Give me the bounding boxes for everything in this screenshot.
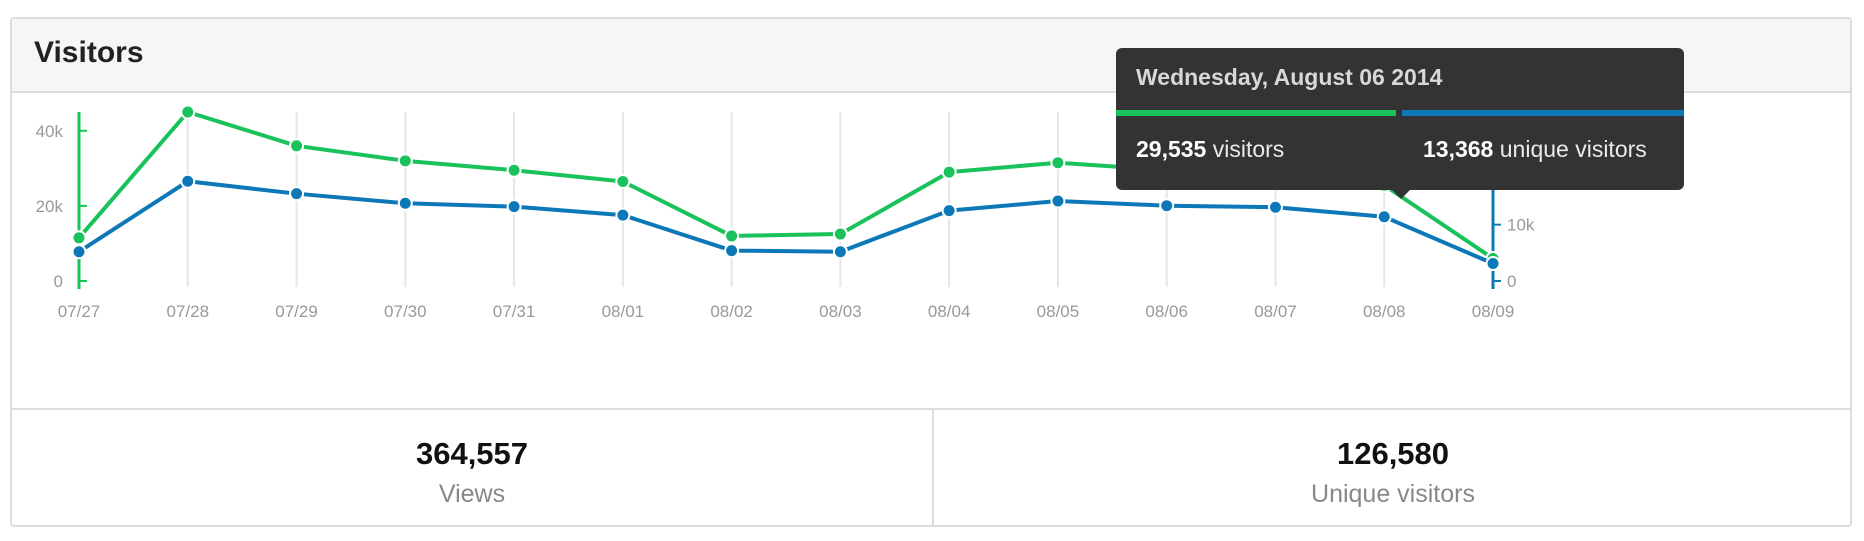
visitors-point: [506, 162, 522, 178]
visitors-point: [941, 164, 957, 180]
unique-visitors-point: [289, 186, 305, 202]
stat-views: 364,557 Views: [12, 410, 934, 527]
tooltip-unique-label: unique visitors: [1499, 136, 1647, 162]
tooltip-visitors: 29,535 visitors: [1136, 136, 1284, 163]
left-axis-tick-label: 40k: [36, 122, 64, 141]
right-axis-tick-label: 0: [1507, 272, 1516, 291]
unique-visitors-point: [71, 244, 87, 260]
tooltip-visitors-bar: [1116, 110, 1396, 116]
x-tick-label: 07/29: [275, 302, 318, 321]
x-tick-label: 08/06: [1145, 302, 1188, 321]
x-tick-label: 08/01: [602, 302, 645, 321]
x-tick-label: 08/04: [928, 302, 971, 321]
visitors-point: [71, 230, 87, 246]
x-tick-label: 07/28: [166, 302, 209, 321]
left-axis-tick-label: 20k: [36, 197, 64, 216]
unique-visitors-point: [724, 243, 740, 259]
tooltip-unique-bar: [1402, 110, 1684, 116]
visitors-panel: Visitors 07/27 07/28 07/29 07/30 07/31 08/01 0…: [10, 17, 1852, 527]
unique-visitors-point: [941, 203, 957, 219]
x-tick-label: 08/05: [1037, 302, 1080, 321]
x-tick-label: 08/03: [819, 302, 862, 321]
stat-unique-visitors: 126,580 Unique visitors: [934, 410, 1852, 527]
unique-visitors-point: [506, 199, 522, 215]
stat-views-label: Views: [438, 480, 506, 508]
tooltip-date: Wednesday, August 06 2014: [1136, 64, 1443, 90]
visitors-point: [615, 173, 631, 189]
x-tick-label: 08/07: [1254, 302, 1297, 321]
x-tick-label: 07/30: [384, 302, 427, 321]
unique-visitors-point: [832, 244, 848, 260]
x-tick-label: 08/02: [710, 302, 753, 321]
tooltip-unique-value: 13,368: [1423, 136, 1494, 162]
visitors-point: [724, 228, 740, 244]
visitors-point: [289, 138, 305, 154]
stats-row: 364,557 Views 126,580 Unique visitors: [12, 408, 1850, 527]
stat-unique-label: Unique visitors: [1311, 480, 1475, 508]
tooltip-unique: 13,368 unique visitors: [1423, 136, 1647, 163]
tooltip-arrow: [1392, 190, 1410, 199]
right-axis-tick-label: 10k: [1507, 216, 1535, 235]
visitors-point: [397, 153, 413, 169]
unique-visitors-point: [1050, 193, 1066, 209]
tooltip-visitors-value: 29,535: [1136, 136, 1207, 162]
chart-tooltip: Wednesday, August 06 2014 29,535 visitor…: [1116, 48, 1684, 199]
left-axis-tick-label: 0: [54, 272, 63, 291]
unique-visitors-point: [1267, 199, 1283, 215]
unique-visitors-point: [1159, 198, 1175, 214]
x-tick-label: 07/31: [493, 302, 536, 321]
visitors-point: [180, 104, 196, 120]
x-tick-label: 08/09: [1472, 302, 1515, 321]
stat-unique-value: 126,580: [1336, 436, 1450, 471]
unique-visitors-point: [397, 195, 413, 211]
unique-visitors-point: [615, 207, 631, 223]
stat-views-value: 364,557: [415, 436, 529, 471]
unique-visitors-point: [1376, 209, 1392, 225]
unique-visitors-point: [180, 173, 196, 189]
visitors-point: [832, 226, 848, 242]
visitors-point: [1050, 155, 1066, 171]
x-tick-label: 07/27: [58, 302, 101, 321]
x-tick-label: 08/08: [1363, 302, 1406, 321]
unique-visitors-point: [1485, 256, 1501, 272]
tooltip-visitors-label: visitors: [1212, 136, 1285, 162]
